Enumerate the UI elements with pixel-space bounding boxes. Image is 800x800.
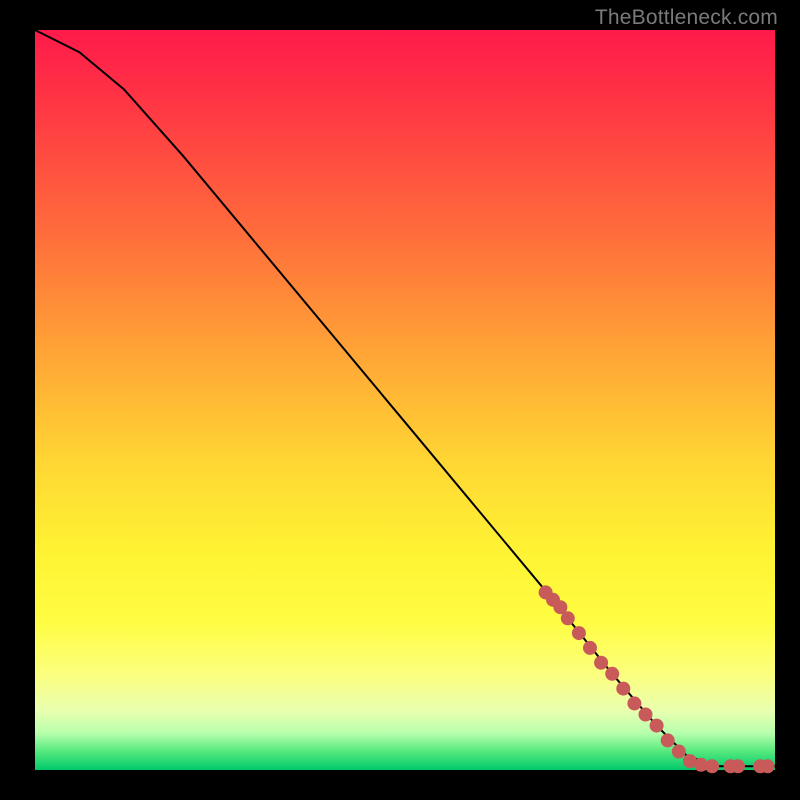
chart-frame: TheBottleneck.com [0, 0, 800, 800]
highlight-dot [639, 708, 652, 721]
highlight-dot [561, 612, 574, 625]
highlight-dot [584, 641, 597, 654]
highlight-dot [661, 734, 674, 747]
highlight-dot [595, 656, 608, 669]
highlight-dot [732, 760, 745, 773]
highlight-dot [761, 760, 774, 773]
highlight-dot [572, 627, 585, 640]
bottleneck-curve [35, 30, 775, 766]
highlight-dot [706, 760, 719, 773]
highlight-dot [606, 667, 619, 680]
highlight-dot [628, 697, 641, 710]
highlight-dots [539, 586, 774, 773]
chart-overlay [35, 30, 775, 770]
highlight-dot [650, 719, 663, 732]
highlight-dot [617, 682, 630, 695]
highlight-dot [672, 745, 685, 758]
highlight-dot [554, 601, 567, 614]
watermark-text: TheBottleneck.com [595, 6, 778, 30]
